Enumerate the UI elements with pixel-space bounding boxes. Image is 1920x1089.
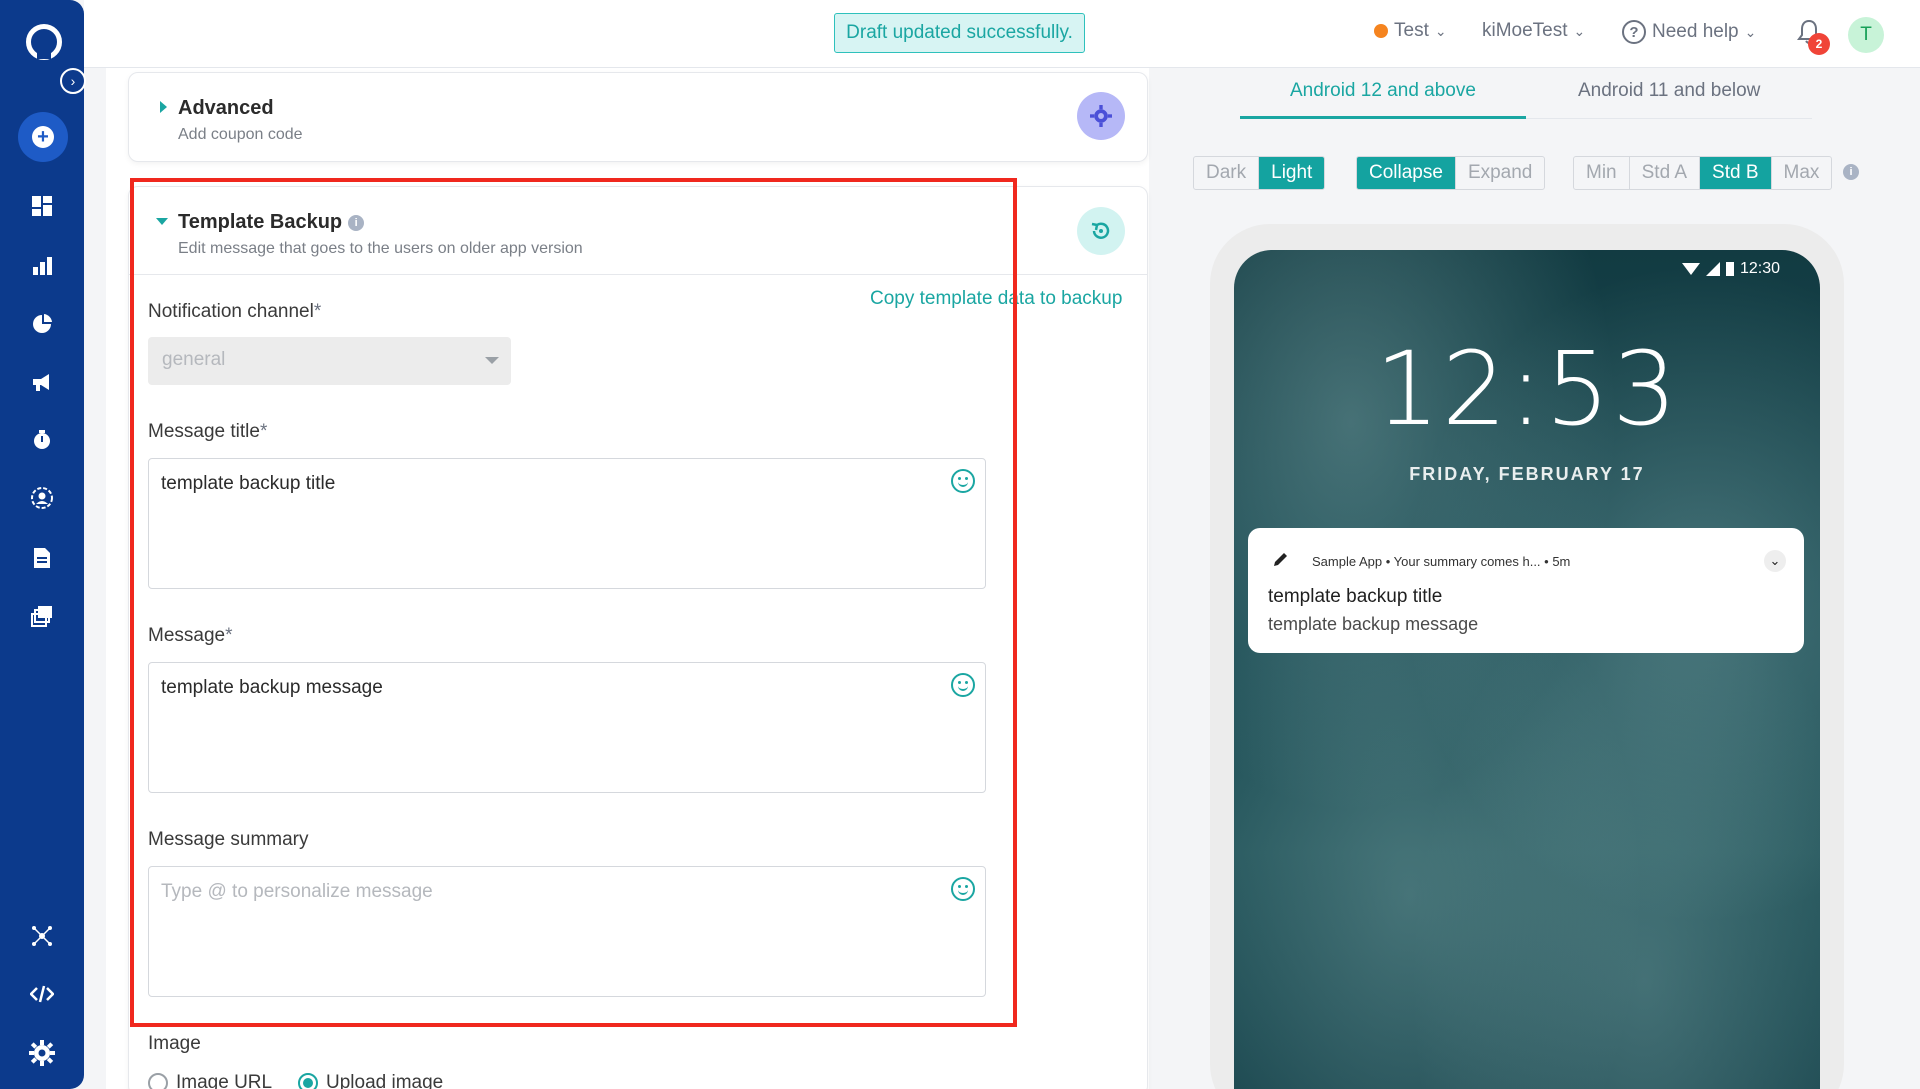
expand-caret-icon[interactable] <box>160 101 167 113</box>
chevron-down-icon: ⌄ <box>1434 22 1447 39</box>
size-max-option[interactable]: Max <box>1772 157 1832 189</box>
theme-dark-option[interactable]: Dark <box>1194 157 1260 189</box>
lockscreen-clock: 12:53 <box>1375 330 1679 449</box>
project-switcher[interactable]: Test ⌄ <box>1374 20 1447 42</box>
account-name: kiMoeTest <box>1482 20 1568 41</box>
collapse-toggle-icon[interactable]: › <box>60 68 86 94</box>
tab-android-12[interactable]: Android 12 and above <box>1290 80 1476 102</box>
active-tab-indicator <box>1240 116 1526 119</box>
notification-message: template backup message <box>1268 614 1479 634</box>
lockscreen-date: FRIDAY, FEBRUARY 17 <box>1409 464 1645 484</box>
create-button[interactable]: + <box>18 112 68 162</box>
highlight-box <box>130 178 1017 1027</box>
image-url-option[interactable]: Image URL <box>148 1072 272 1089</box>
campaigns-megaphone-icon[interactable] <box>22 362 62 402</box>
dashboard-icon[interactable] <box>22 186 62 226</box>
image-label: Image <box>148 1033 201 1054</box>
brand-logo-icon[interactable] <box>26 24 62 60</box>
theme-toggle: Dark Light <box>1193 156 1326 190</box>
status-bar: 12:30 <box>1681 260 1780 278</box>
info-icon[interactable]: i <box>1843 164 1859 180</box>
user-avatar[interactable]: T <box>1848 17 1884 53</box>
chevron-down-icon: ⌄ <box>1573 22 1586 39</box>
advanced-settings-button[interactable] <box>1077 92 1125 140</box>
advanced-subtitle: Add coupon code <box>178 126 303 143</box>
collapse-option[interactable]: Collapse <box>1357 157 1456 189</box>
size-toggle: Min Std A Std B Max <box>1573 156 1833 190</box>
chevron-down-icon: ⌄ <box>1744 23 1757 40</box>
advanced-section[interactable] <box>128 72 1148 162</box>
plus-icon: + <box>32 126 54 148</box>
help-label: Need help <box>1652 21 1739 42</box>
settings-gear-icon[interactable] <box>22 1033 62 1073</box>
catalog-stack-icon[interactable] <box>22 596 62 636</box>
status-time: 12:30 <box>1739 260 1780 277</box>
analytics-icon[interactable] <box>22 246 62 286</box>
tab-android-11[interactable]: Android 11 and below <box>1578 80 1760 102</box>
option-label: Upload image <box>326 1072 444 1089</box>
integrations-network-icon[interactable] <box>22 916 62 956</box>
restore-history-icon <box>1091 222 1110 239</box>
signal-icon <box>1705 262 1720 276</box>
notification-header: Sample App • Your summary comes h... • 5… <box>1312 554 1571 569</box>
notification-count-badge: 2 <box>1808 33 1830 55</box>
users-profile-icon[interactable] <box>22 478 62 518</box>
pencil-icon <box>1274 553 1287 566</box>
project-name: Test <box>1394 20 1429 41</box>
phone-screen: 12:30 12:53 FRIDAY, FEBRUARY 17 Sample A… <box>1234 250 1820 1089</box>
wifi-icon <box>1681 263 1700 275</box>
sidebar: › + <box>0 0 86 1089</box>
expand-option[interactable]: Expand <box>1456 157 1544 189</box>
notification-card: Sample App • Your summary comes h... • 5… <box>1248 528 1804 653</box>
size-std-b-option[interactable]: Std B <box>1700 157 1772 189</box>
success-toast: Draft updated successfully. <box>834 13 1085 53</box>
help-menu[interactable]: ? Need help ⌄ <box>1622 20 1756 44</box>
notification-title: template backup title <box>1268 586 1443 607</box>
segments-pie-icon[interactable] <box>22 304 62 344</box>
battery-icon <box>1725 262 1734 276</box>
option-label: Image URL <box>176 1072 273 1089</box>
restore-backup-button[interactable] <box>1077 207 1125 255</box>
upload-image-option[interactable]: Upload image <box>298 1072 443 1089</box>
project-status-dot <box>1374 24 1388 38</box>
account-switcher[interactable]: kiMoeTest ⌄ <box>1482 20 1585 42</box>
radio-button[interactable] <box>148 1072 168 1089</box>
help-question-icon: ? <box>1622 20 1646 44</box>
chevron-down-icon: ⌄ <box>1764 550 1786 572</box>
size-std-a-option[interactable]: Std A <box>1630 157 1701 189</box>
radio-button-selected[interactable] <box>298 1072 318 1089</box>
advanced-title[interactable]: Advanced <box>178 97 274 120</box>
templates-document-icon[interactable] <box>22 538 62 578</box>
gear-icon <box>1090 105 1112 127</box>
size-min-option[interactable]: Min <box>1574 157 1630 189</box>
theme-light-option[interactable]: Light <box>1259 157 1325 189</box>
journeys-timer-icon[interactable] <box>22 420 62 460</box>
view-mode-toggle: Collapse Expand <box>1356 156 1546 190</box>
developer-code-icon[interactable] <box>22 974 62 1014</box>
